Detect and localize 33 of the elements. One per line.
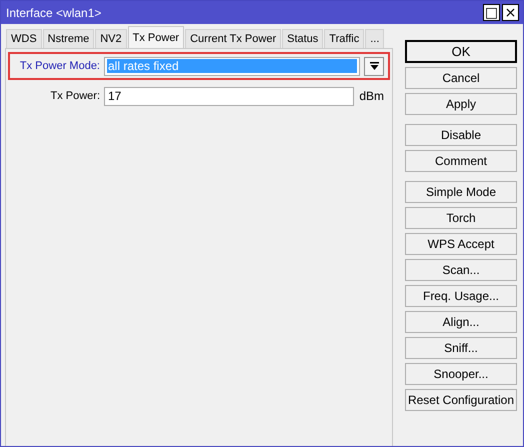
tab[interactable]: Current Tx Power bbox=[185, 29, 282, 48]
action-button[interactable]: Comment bbox=[405, 150, 517, 172]
field-label: Tx Power: bbox=[49, 90, 101, 102]
action-button[interactable]: OK bbox=[405, 40, 517, 63]
action-button[interactable]: Reset Configuration bbox=[405, 389, 517, 411]
action-button[interactable]: Align... bbox=[405, 311, 517, 333]
field-label: Tx Power Mode: bbox=[18, 60, 101, 72]
maximize-button[interactable]: □ bbox=[483, 4, 500, 21]
action-button[interactable]: Disable bbox=[405, 124, 517, 146]
power-input-field[interactable]: 17 bbox=[104, 86, 354, 106]
tab[interactable]: Status bbox=[282, 29, 324, 48]
action-button[interactable]: Freq. Usage... bbox=[405, 285, 517, 307]
action-button[interactable]: Cancel bbox=[405, 67, 517, 89]
action-button[interactable]: Snooper... bbox=[405, 363, 517, 385]
tab[interactable]: NV2 bbox=[95, 29, 127, 48]
action-button[interactable]: Torch bbox=[405, 207, 517, 229]
action-button[interactable]: Scan... bbox=[405, 259, 517, 281]
unit-label: dBm bbox=[359, 89, 384, 103]
action-button[interactable]: Simple Mode bbox=[405, 181, 517, 203]
action-button[interactable]: Sniff... bbox=[405, 337, 517, 359]
window-title: Interface <wlan1> bbox=[6, 6, 102, 20]
tab[interactable]: Traffic bbox=[324, 29, 364, 48]
tab[interactable]: ... bbox=[365, 29, 384, 48]
tab[interactable]: Tx Power bbox=[128, 26, 184, 48]
field-value: 17 bbox=[107, 89, 122, 103]
dropdown-arrow-icon bbox=[370, 62, 379, 70]
dropdown-value: all rates fixed bbox=[107, 59, 358, 73]
tab[interactable]: WDS bbox=[6, 29, 42, 48]
action-button[interactable]: Apply bbox=[405, 93, 517, 115]
close-button[interactable]: × bbox=[502, 4, 519, 21]
action-button[interactable]: WPS Accept bbox=[405, 233, 517, 255]
dropdown-button[interactable] bbox=[364, 56, 384, 76]
tab[interactable]: Nstreme bbox=[42, 29, 94, 48]
